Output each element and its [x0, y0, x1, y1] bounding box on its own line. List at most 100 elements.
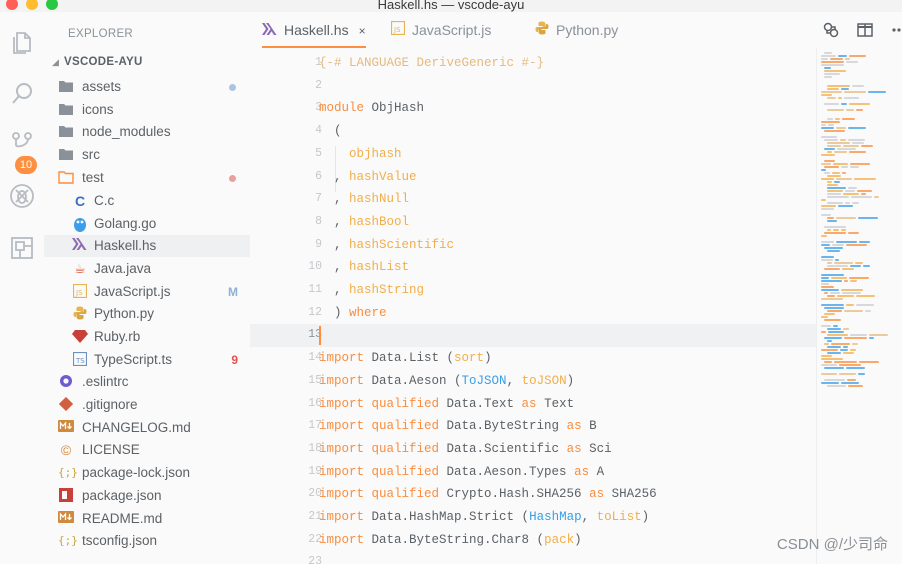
tree-item-assets[interactable]: assets [44, 76, 250, 98]
minimap-line [849, 277, 869, 279]
tree-item-label: node_modules [82, 124, 171, 139]
code-line[interactable]: 19 import qualified Data.Aeson.Types as A [250, 461, 816, 484]
code-token: Data.Scientific [446, 441, 567, 456]
license-icon: © [60, 442, 72, 458]
more-actions-icon[interactable] [890, 21, 902, 39]
code-editor[interactable]: 1 {-# LANGUAGE DeriveGeneric #-} 2 3 module … [250, 48, 816, 564]
code-line[interactable]: 3 module ObjHash [250, 97, 816, 120]
code-line[interactable]: 21 import Data.HashMap.Strict (HashMap, t… [250, 506, 816, 529]
code-token: , [581, 510, 597, 524]
tree-item-package-json[interactable]: package.json [44, 485, 250, 507]
tree-item-label: TypeScript.ts [94, 352, 173, 367]
tree-item-eslintrc[interactable]: .eslintrc [44, 371, 250, 393]
minimap-line [847, 379, 856, 381]
tree-item-tsconfig[interactable]: {;} tsconfig.json [44, 530, 250, 552]
tree-item-package-lock[interactable]: {;} package-lock.json [44, 462, 250, 484]
code-line[interactable]: 7 , hashNull [250, 188, 816, 211]
code-line[interactable]: 6 , hashValue [250, 166, 816, 189]
code-token: import [319, 464, 372, 479]
tree-item-python[interactable]: Python.py [44, 303, 250, 325]
compare-icon[interactable] [822, 21, 840, 39]
tab-label: JavaScript.js [412, 22, 492, 38]
tree-item-src[interactable]: src [44, 144, 250, 166]
minimap-line [852, 85, 864, 87]
minimap-line [827, 295, 835, 297]
code-token: Data.Text [446, 396, 522, 411]
minimap-line [821, 235, 827, 237]
code-line[interactable]: 5 objhash [250, 143, 816, 166]
root-folder-header[interactable]: ◢ VSCODE-AYU [52, 56, 143, 68]
code-token: ) [641, 510, 650, 524]
tree-item-license[interactable]: © LICENSE [44, 439, 250, 461]
minimap-line [827, 310, 842, 312]
tree-item-node-modules[interactable]: node_modules [44, 121, 250, 143]
minimap-line [827, 85, 850, 87]
code-token: , [319, 214, 350, 229]
line-number: 6 [315, 169, 322, 183]
line-number: 3 [315, 101, 322, 115]
code-line[interactable]: 9 , hashScientific [250, 234, 816, 257]
folder-icon [58, 102, 74, 118]
code-line[interactable]: 13 [250, 324, 816, 348]
tree-item-label: JavaScript.js [94, 284, 171, 299]
minimap-line [824, 76, 832, 78]
code-line[interactable]: 23 [250, 551, 816, 564]
minimap-line [821, 373, 837, 375]
code-text: ) where [319, 302, 387, 325]
minimap-line [839, 364, 861, 366]
tree-item-gitignore[interactable]: .gitignore [44, 394, 250, 416]
minimap-line [838, 97, 842, 99]
minimap-line [868, 91, 886, 93]
source-control-icon[interactable] [8, 130, 36, 158]
tree-item-changelog[interactable]: CHANGELOG.md [44, 417, 250, 439]
code-line[interactable]: 20 import qualified Crypto.Hash.SHA256 as… [250, 483, 816, 506]
code-line[interactable]: 14 import Data.List (sort) [250, 347, 816, 370]
code-line[interactable]: 22 import Data.ByteString.Char8 (pack) [250, 529, 816, 552]
code-line[interactable]: 12 ) where [250, 302, 816, 325]
close-tab-icon[interactable]: × [359, 13, 366, 49]
tab-javascript[interactable]: JS JavaScript.js [390, 12, 491, 48]
files-icon[interactable] [8, 28, 36, 56]
code-line[interactable]: 17 import qualified Data.ByteString as B [250, 415, 816, 438]
git-icon [58, 396, 74, 413]
split-editor-icon[interactable] [856, 21, 874, 39]
tree-item-test[interactable]: test [44, 167, 250, 189]
code-token: import [319, 419, 372, 434]
code-text: import qualified Crypto.Hash.SHA256 as S… [319, 483, 657, 506]
tree-item-readme[interactable]: README.md [44, 508, 250, 530]
tab-python[interactable]: Python.py [534, 12, 618, 48]
code-line[interactable]: 16 import qualified Data.Text as Text [250, 393, 816, 416]
minimap-line [821, 127, 834, 129]
code-line[interactable]: 18 import qualified Data.Scientific as Sc… [250, 438, 816, 461]
ruby-icon [72, 329, 88, 345]
code-line[interactable]: 8 , hashBool [250, 211, 816, 234]
code-line[interactable]: 1 {-# LANGUAGE DeriveGeneric #-} [250, 52, 816, 75]
code-text: import qualified Data.Text as Text [319, 393, 574, 416]
tree-item-c[interactable]: C C.c [44, 190, 250, 212]
minimap-line [824, 226, 846, 228]
minimap-line [827, 151, 832, 153]
tree-item-label: Haskell.hs [94, 238, 157, 253]
tab-haskell[interactable]: Haskell.hs × [262, 12, 366, 48]
tree-item-icons[interactable]: icons [44, 99, 250, 121]
code-text: objhash [319, 143, 402, 166]
minimap-line [824, 70, 846, 72]
tree-item-typescript[interactable]: TS TypeScript.ts 9 [44, 349, 250, 371]
tree-item-haskell[interactable]: Haskell.hs [44, 235, 250, 257]
tree-item-ruby[interactable]: Ruby.rb [44, 326, 250, 348]
code-line[interactable]: 4 ( [250, 120, 816, 143]
code-line[interactable]: 2 [250, 75, 816, 98]
line-number: 19 [308, 464, 322, 478]
extensions-icon[interactable] [8, 234, 36, 262]
code-line[interactable]: 15 import Data.Aeson (ToJSON, toJSON) [250, 370, 816, 393]
code-line[interactable]: 11 , hashString [250, 279, 816, 302]
code-token: , [506, 373, 522, 388]
code-line[interactable]: 10 , hashList [250, 256, 816, 279]
tree-item-javascript[interactable]: JS JavaScript.js M [44, 281, 250, 303]
search-icon[interactable] [8, 80, 36, 108]
tree-item-golang[interactable]: Golang.go [44, 213, 250, 235]
minimap-line [859, 361, 879, 363]
tree-item-java[interactable]: ☕ Java.java [44, 258, 250, 280]
minimap[interactable] [816, 48, 902, 564]
debug-icon[interactable] [8, 182, 36, 210]
